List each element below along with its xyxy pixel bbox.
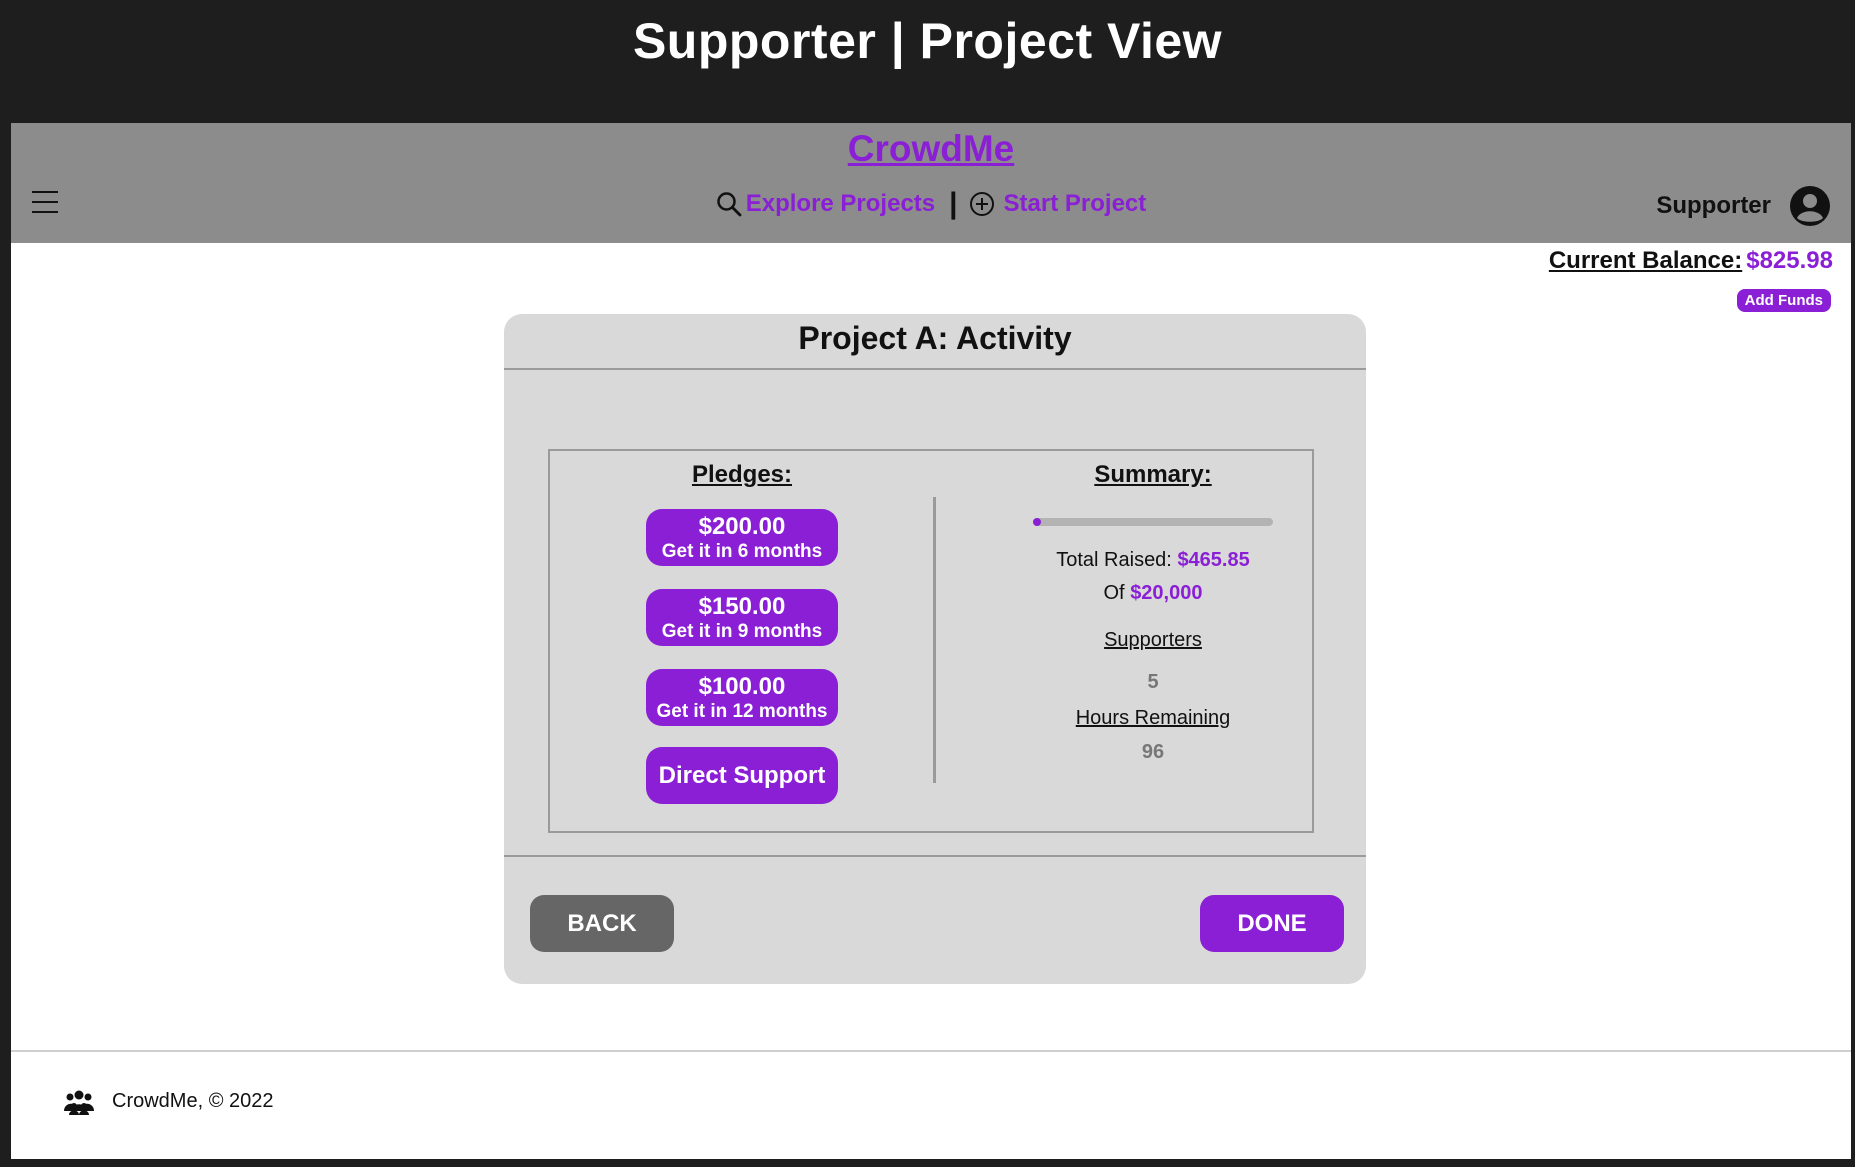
funding-progress-fill xyxy=(1033,518,1041,526)
app-frame: CrowdMe Explore Projects | Start Project xyxy=(11,123,1851,1159)
search-icon xyxy=(716,192,742,217)
nav-separator: | xyxy=(949,187,958,220)
supporters-label: Supporters xyxy=(1104,629,1202,651)
back-button[interactable]: BACK xyxy=(530,895,674,952)
brand-logo-link[interactable]: CrowdMe xyxy=(11,128,1851,170)
nav-start-label: Start Project xyxy=(1003,190,1147,217)
user-menu[interactable]: Supporter xyxy=(1656,185,1831,227)
direct-support-button[interactable]: Direct Support xyxy=(646,747,838,804)
add-funds-button[interactable]: Add Funds xyxy=(1736,289,1831,312)
total-raised-label: Total Raised: xyxy=(1056,549,1172,571)
main-nav: Explore Projects | Start Project xyxy=(11,189,1851,219)
nav-start-project[interactable]: Start Project xyxy=(968,190,1147,218)
balance-label: Current Balance: xyxy=(1548,247,1743,274)
nav-explore-label: Explore Projects xyxy=(745,190,936,217)
total-raised-line: Total Raised: $465.85 xyxy=(970,549,1336,572)
pledge-detail: Get it in 9 months xyxy=(661,620,823,642)
card-bottom-divider xyxy=(504,855,1366,857)
plus-circle-icon xyxy=(969,192,994,216)
column-divider xyxy=(933,497,936,783)
pledges-title: Pledges: xyxy=(691,461,793,488)
pledge-amount: $200.00 xyxy=(698,512,786,540)
goal-value: $20,000 xyxy=(1130,582,1203,604)
footer-divider xyxy=(11,1050,1851,1052)
goal-line: Of $20,000 xyxy=(970,582,1336,605)
pledge-amount: $150.00 xyxy=(698,592,786,620)
people-group-icon xyxy=(64,1090,94,1115)
project-title: Project A: Activity xyxy=(798,320,1072,356)
footer: CrowdMe, © 2022 xyxy=(64,1087,273,1115)
summary-title: Summary: xyxy=(1094,461,1212,488)
goal-of-label: Of xyxy=(1103,582,1125,604)
footer-copyright: CrowdMe, © 2022 xyxy=(112,1089,274,1112)
top-header: CrowdMe Explore Projects | Start Project xyxy=(11,123,1851,243)
hours-remaining-label: Hours Remaining xyxy=(1075,707,1231,729)
user-avatar-icon[interactable] xyxy=(1789,185,1831,227)
user-role-label: Supporter xyxy=(1656,192,1771,219)
current-balance: Current Balance: $825.98 xyxy=(1549,247,1833,275)
total-raised-value: $465.85 xyxy=(1177,549,1250,571)
pledge-button-200[interactable]: $200.00 Get it in 6 months xyxy=(646,509,838,566)
project-details-box: Pledges: $200.00 Get it in 6 months $150… xyxy=(548,449,1314,833)
pledge-button-100[interactable]: $100.00 Get it in 12 months xyxy=(646,669,838,726)
pledge-button-150[interactable]: $150.00 Get it in 9 months xyxy=(646,589,838,646)
funding-progress-bar xyxy=(1033,518,1273,526)
balance-value: $825.98 xyxy=(1746,247,1833,274)
pledge-detail: Get it in 12 months xyxy=(656,700,828,722)
pledge-amount: $100.00 xyxy=(698,672,786,700)
page-caption: Supporter | Project View xyxy=(632,13,1223,69)
card-top-divider xyxy=(504,368,1366,370)
done-button[interactable]: DONE xyxy=(1200,895,1344,952)
supporters-value: 5 xyxy=(1147,671,1159,693)
nav-explore-projects[interactable]: Explore Projects xyxy=(716,190,935,218)
project-card: Project A: Activity Pledges: $200.00 Get… xyxy=(504,314,1366,984)
hours-remaining-value: 96 xyxy=(1141,741,1165,763)
pledge-detail: Get it in 6 months xyxy=(661,540,823,562)
